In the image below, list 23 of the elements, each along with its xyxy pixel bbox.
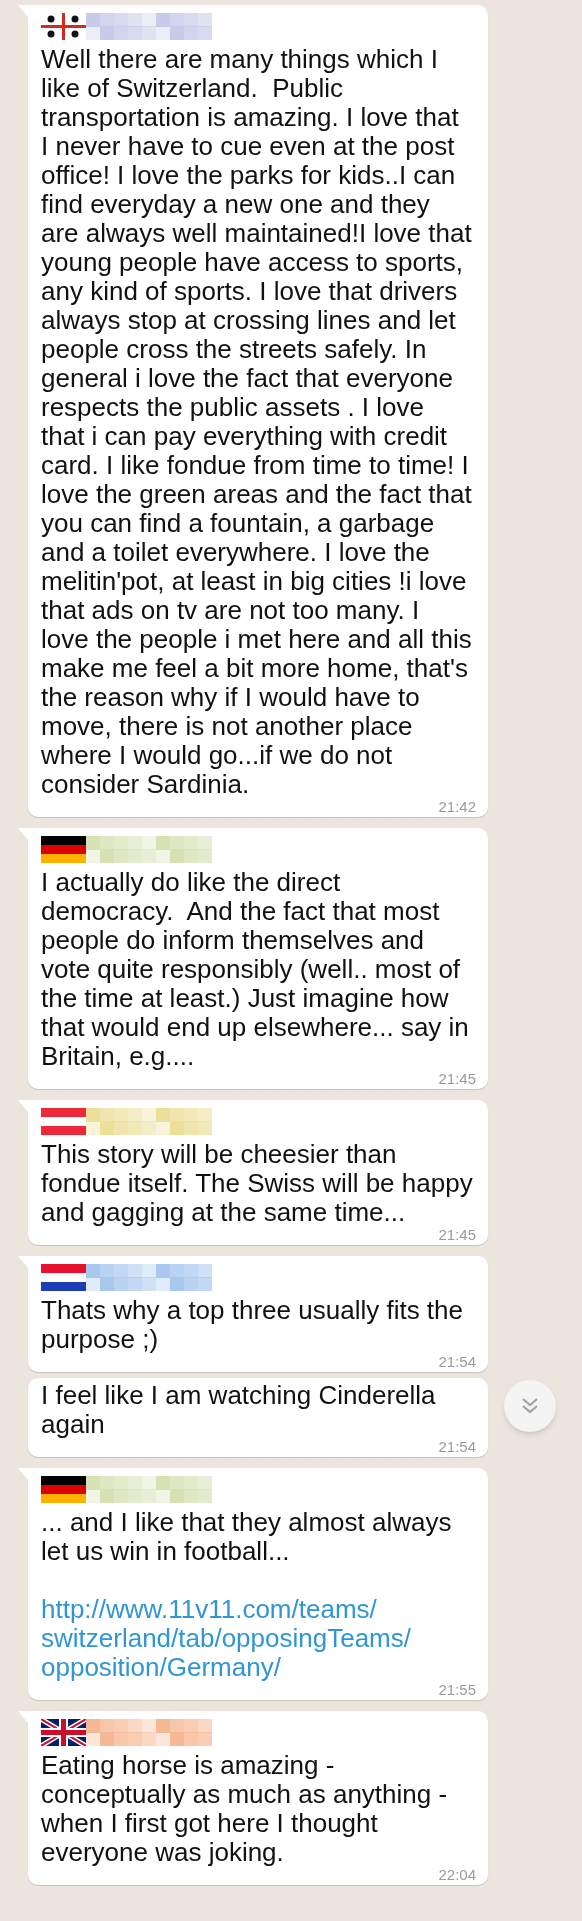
flag-icon — [41, 1263, 86, 1291]
flag-icon — [41, 1475, 86, 1503]
message-text: ... and I like that they almost always let us win in football... — [41, 1508, 453, 1566]
message-time: 22:04 — [438, 1867, 476, 1883]
message-link[interactable]: http://www.11v11.com/teams/switzerland/tab/opposingTeams/opposition/Germany/ — [41, 1595, 441, 1682]
message-text: I feel like I am watching Cinderella again — [41, 1381, 437, 1439]
message-time: 21:55 — [438, 1682, 476, 1698]
scroll-down-button[interactable] — [504, 1380, 556, 1432]
flag-icon — [41, 835, 86, 863]
message-text: This story will be cheesier than fondue itself. The Swiss will be happy and gagging at the same time... — [41, 1140, 473, 1227]
message-text: Thats why a top three usually fits the purpose ;) — [41, 1296, 464, 1354]
double-chevron-down-icon — [520, 1396, 540, 1416]
message-time: 21:45 — [438, 1227, 476, 1243]
flag-icon — [41, 12, 86, 40]
message-time: 21:45 — [438, 1071, 476, 1087]
message-text: Well there are many things which I like of Switzerland. Public transportation is amazing. I love that I never have to cue even at the post office! I love the parks for kids..I can find everyday a new one and they are always well maintained!I love that young people have access to sports, any kind of sports. I love that drivers always stop at crossing lines and let people cross the streets safely. In general i love the fact that everyone respects the public assets . I love that i can pay everything with credit card. I like fondue from time to time! I love the green areas and the fact that you can find a fountain, a garbage and a toilet everywhere. I love the melitin'pot, at least in big cities !i love that ads on tv are not too many. I love the people i met here and all this make me feel a bit more home, that's the reason why if I would have to move, there is not another place where I would go...if we do not consider Sardinia. — [41, 45, 473, 799]
message-text: Eating horse is amazing - conceptually as much as anything - when I first got here I thought everyone was joking. — [41, 1751, 449, 1867]
message-text: I actually do like the direct democracy. And the fact that most people do inform themselves and vote quite responsibly (well.. most of the time at least.) Just imagine how that would end up elsewhere... say in Britain, e.g.... — [41, 868, 470, 1071]
flag-icon — [41, 1718, 86, 1746]
message-time: 21:42 — [438, 799, 476, 815]
flag-icon — [41, 1107, 86, 1135]
message-time: 21:54 — [438, 1439, 476, 1455]
message-time: 21:54 — [438, 1354, 476, 1370]
